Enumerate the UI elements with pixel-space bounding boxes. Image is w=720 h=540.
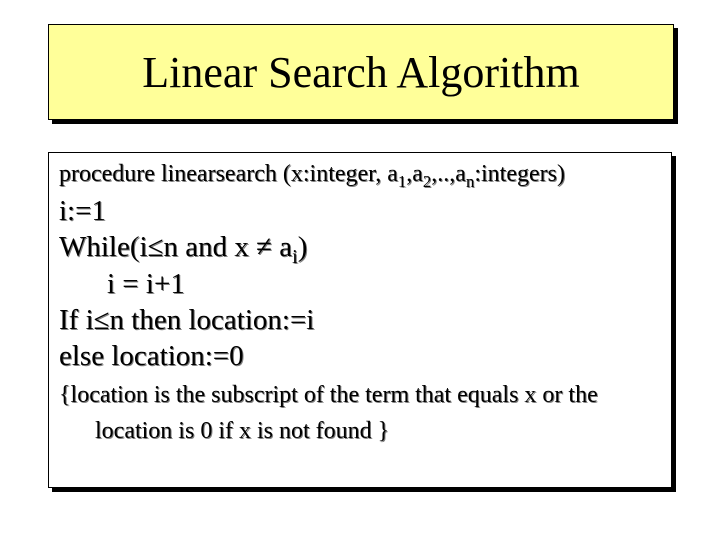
code-line-5: else location:=0 <box>59 338 661 374</box>
procedure-line: procedure linearsearch (x:integer, a1,a2… <box>59 159 661 189</box>
footnote-line-a: {location is the subscript of the term t… <box>59 380 661 410</box>
title-box: Linear Search Algorithm <box>48 24 674 120</box>
footnote-line-b: location is 0 if x is not found } <box>59 416 661 446</box>
code-line-2: While(i≤n and x ≠ ai) <box>59 229 661 265</box>
l2-pre: While(i≤n and x ≠ a <box>59 231 292 263</box>
code-line-3: i = i+1 <box>59 266 661 302</box>
code-line-4: If i≤n then location:=i <box>59 302 661 338</box>
slide-title: Linear Search Algorithm <box>142 47 579 98</box>
proc-pre: procedure linearsearch (x:integer, a <box>59 161 398 187</box>
proc-mid2: ,..,a <box>431 161 466 187</box>
l2-post: ) <box>298 231 308 263</box>
proc-post: :integers) <box>474 161 565 187</box>
code-line-1: i:=1 <box>59 193 661 229</box>
proc-sub1: 1 <box>398 172 406 191</box>
body-box: procedure linearsearch (x:integer, a1,a2… <box>48 152 672 488</box>
proc-mid1: ,a <box>406 161 423 187</box>
